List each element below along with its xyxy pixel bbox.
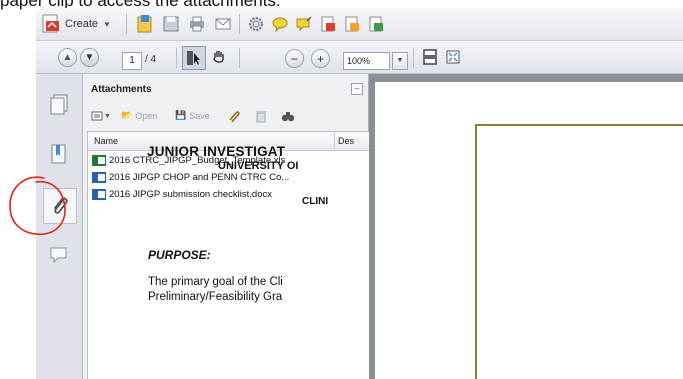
save-button[interactable] [160,13,182,35]
combine-icon [345,16,359,32]
create-pdf-from-files-button[interactable] [134,13,156,35]
email-icon [215,18,231,30]
options-icon [91,111,103,121]
comment-button[interactable] [269,13,291,35]
print-icon [190,16,204,32]
document-purpose-heading: PURPOSE: [148,248,211,262]
next-page-button[interactable]: ▼ [80,48,99,67]
attachment-name: 2016 JIPGP submission checklist.docx [109,188,272,200]
create-label: Create [65,18,99,30]
search-attachments-button[interactable] [281,110,295,123]
navigation-pane [36,74,83,379]
bookmarks-button[interactable] [46,142,72,168]
add-attachment-button[interactable] [227,110,241,124]
zoom-out-button[interactable]: − [285,49,304,68]
document-paragraph-line: Preliminary/Feasibility Gra [148,291,283,303]
open-attachment-button[interactable]: 📂 Open [121,110,157,121]
zoom-input[interactable]: 100% [343,52,390,70]
sign-button[interactable] [365,13,387,35]
save-attachment-button[interactable]: 💾 Save [175,110,210,121]
main-toolbar: Create ▼ [36,8,683,41]
hand-tool-button[interactable] [208,46,230,68]
comments-icon [50,247,67,264]
options-menu-button[interactable]: ▼ [91,110,111,122]
hand-icon [213,51,224,63]
toolbar-divider [239,48,240,68]
page-border [475,124,683,379]
document-paragraph-line: The primary goal of the Cli [148,276,283,288]
column-divider[interactable] [334,132,335,150]
column-header-name[interactable]: Name [94,136,118,146]
save-icon [163,16,179,32]
sticky-note-icon [296,16,312,32]
excel-file-icon [92,154,106,166]
select-tool-button[interactable] [182,46,206,70]
document-page [375,82,683,379]
sticky-note-button[interactable] [293,13,315,35]
settings-button[interactable] [245,13,267,35]
page-number-input[interactable]: 1 [122,52,142,70]
column-header-description[interactable]: Des [338,136,354,146]
email-button[interactable] [212,13,234,35]
cursor-icon [187,51,200,65]
previous-page-button[interactable]: ▲ [58,48,77,67]
save-label: Save [189,110,210,121]
zoom-in-button[interactable]: + [311,49,330,68]
fullscreen-button[interactable] [442,46,464,68]
binoculars-icon [281,112,295,122]
toolbar-divider [239,14,240,34]
comments-button[interactable] [46,242,72,268]
document-subheading: UNIVERSITY OI [218,160,299,172]
panel-collapse-button[interactable]: – [351,83,363,95]
word-file-icon [92,188,106,200]
fit-page-icon [423,49,437,65]
add-attachment-icon [229,111,240,123]
fullscreen-icon [446,50,460,64]
attachments-panel: Attachments – ▼ 📂 Open 💾 Save Name Des 2… [83,74,370,379]
list-item[interactable]: 2016 JIPGP submission checklist.docx [88,186,338,202]
sign-icon [369,16,383,32]
export-button[interactable] [317,13,339,35]
attachments-button[interactable] [43,188,77,224]
delete-attachment-button[interactable] [255,110,267,123]
comment-icon [272,17,288,33]
document-heading: JUNIOR INVESTIGAT [147,144,286,159]
print-button[interactable] [186,13,208,35]
acrobat-window: Create ▼ ▲ ▼ 1 / 4 − + 100% ▼ Attachment… [36,8,683,379]
pages-icon [50,94,68,115]
arrow-down-icon: ▼ [84,52,95,63]
open-icon: 📂 [121,110,133,120]
bookmarks-icon [51,144,66,164]
minus-icon: − [290,51,298,66]
zoom-dropdown[interactable]: ▼ [392,52,408,70]
export-icon [321,16,335,32]
page-count: / 4 [145,54,157,65]
create-button[interactable]: Create ▼ [40,12,120,36]
chevron-down-icon: ▼ [103,19,111,29]
arrow-up-icon: ▲ [62,52,73,63]
word-file-icon [92,171,106,183]
open-label: Open [135,110,158,121]
toolbar-divider [126,14,127,34]
paperclip-icon [54,197,68,214]
plus-icon: + [316,51,324,66]
fit-page-button[interactable] [419,46,441,68]
chevron-down-icon: ▼ [104,112,111,120]
document-section-heading: CLINI [302,196,329,207]
gear-icon [249,17,263,31]
create-pdf-from-files-icon [137,15,152,33]
create-pdf-icon [42,14,59,33]
document-viewer[interactable] [369,74,683,379]
pages-button[interactable] [46,92,72,118]
save-attachment-icon: 💾 [175,110,187,120]
toolbar-divider [176,48,177,68]
attachments-toolbar: ▼ 📂 Open 💾 Save [87,107,365,129]
combine-button[interactable] [341,13,363,35]
attachments-title: Attachments [91,84,152,95]
attachment-name: 2016 JIPGP CHOP and PENN CTRC Co... [109,171,290,183]
toolbar-divider [413,48,414,68]
list-item[interactable]: 2016 JIPGP CHOP and PENN CTRC Co... [88,169,338,185]
chevron-down-icon: ▼ [396,57,404,64]
trash-icon [256,111,266,123]
